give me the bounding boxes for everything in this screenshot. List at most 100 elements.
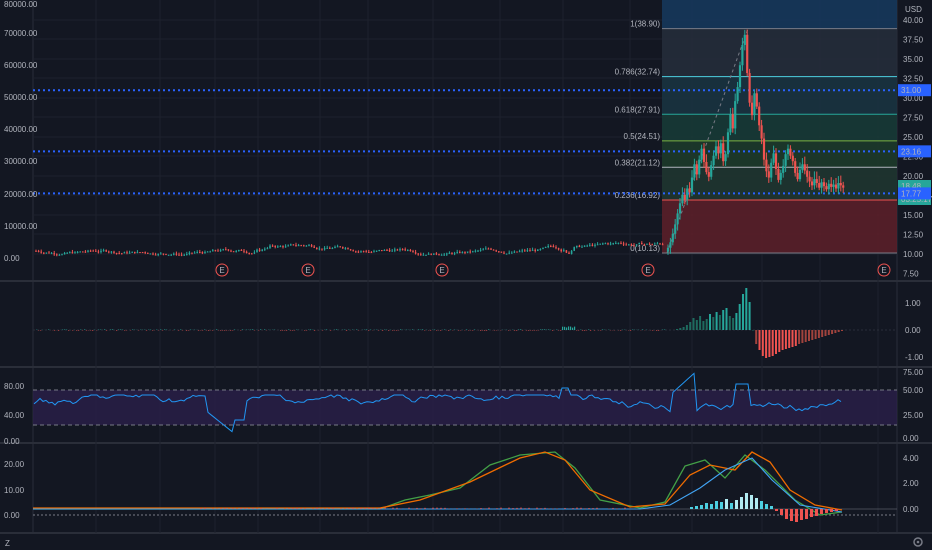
candle-body xyxy=(674,224,677,234)
rsi-tick-left: 80.00 xyxy=(4,382,25,391)
pane4-bar xyxy=(572,508,574,509)
pane4-bar xyxy=(348,507,350,509)
candle-body xyxy=(700,148,703,160)
candle-body xyxy=(230,250,232,252)
candle-body xyxy=(827,183,830,190)
candle-body xyxy=(615,243,617,245)
candle-body xyxy=(258,249,261,251)
macd-bar xyxy=(186,330,188,331)
candle-body xyxy=(648,243,651,245)
candle-body xyxy=(344,248,347,250)
candle-body xyxy=(118,253,120,255)
macd-bar xyxy=(116,330,118,331)
macd-bar xyxy=(448,330,450,331)
candle-body xyxy=(66,252,68,254)
candle-body xyxy=(227,249,230,251)
earnings-marker[interactable]: E xyxy=(641,263,655,277)
right-axis[interactable]: USD40.0037.5035.0032.5030.0027.5025.0022… xyxy=(898,5,932,514)
candle-body xyxy=(477,250,479,252)
pane4-bar xyxy=(204,507,206,509)
candle-body xyxy=(313,246,315,248)
candle-body xyxy=(271,245,274,247)
candle-body xyxy=(803,164,806,171)
macd-bar xyxy=(742,294,744,330)
candle-body xyxy=(822,182,826,187)
earnings-marker[interactable]: E xyxy=(301,263,315,277)
macd-bar xyxy=(685,325,688,330)
candle-body xyxy=(214,250,217,252)
macd-bar xyxy=(310,329,312,330)
pane4-bar xyxy=(805,509,808,519)
macd-bar xyxy=(388,330,390,331)
candle-body xyxy=(834,184,838,189)
candle-body xyxy=(490,248,492,250)
price-badge[interactable]: 31.00 xyxy=(898,84,931,97)
left-price-tick: 40000.00 xyxy=(4,125,38,134)
candle-body xyxy=(810,181,814,186)
candle-body xyxy=(326,247,328,249)
candle-body xyxy=(813,179,816,186)
macd-bar xyxy=(488,329,490,330)
candle-body xyxy=(784,154,787,166)
candle-body xyxy=(589,244,591,246)
earnings-marker[interactable]: E xyxy=(877,263,891,277)
candle-body xyxy=(743,34,746,45)
candle-body xyxy=(453,253,456,255)
candle-body xyxy=(339,246,341,248)
pane4-bar xyxy=(765,504,768,509)
macd-bar xyxy=(314,330,316,331)
candle-body xyxy=(74,252,76,254)
pane4-bar xyxy=(260,508,262,509)
candle-body xyxy=(396,249,399,251)
macd-bar xyxy=(778,330,781,352)
candle-body xyxy=(839,183,842,186)
earnings-marker[interactable]: E xyxy=(215,263,229,277)
candle-body xyxy=(772,153,775,163)
macd-bar xyxy=(705,319,708,330)
macd-bar xyxy=(771,330,774,356)
chart-canvas[interactable]: 1(38.90) 0.786(32.74) 0.618(27.91) 0.5(24.5… xyxy=(0,0,932,550)
macd-bar xyxy=(817,330,820,338)
macd-bar xyxy=(366,329,368,330)
candle-body xyxy=(702,148,706,162)
timezone-icon[interactable]: Z xyxy=(5,539,10,548)
candle-body xyxy=(69,252,71,254)
candle-body xyxy=(808,176,811,182)
macd-bar xyxy=(775,330,777,354)
candle-body xyxy=(583,245,586,247)
macd-bar xyxy=(712,317,715,330)
footer-bar: Z xyxy=(0,534,932,550)
candle-body xyxy=(329,247,331,249)
candle-body xyxy=(126,252,128,254)
candle-body xyxy=(466,251,469,253)
candle-body xyxy=(300,245,302,247)
earnings-marker[interactable]: E xyxy=(435,263,449,277)
pane4-bar xyxy=(715,501,718,509)
price-badge[interactable]: 17.77 xyxy=(898,187,931,200)
pane4-bar xyxy=(244,507,246,509)
candle-body xyxy=(212,250,214,252)
candle-body xyxy=(110,251,113,253)
price-badge[interactable]: 23.16 xyxy=(898,145,931,158)
macd-bar xyxy=(560,330,562,331)
candle-body xyxy=(310,245,313,247)
candle-body xyxy=(349,249,352,251)
candle-body xyxy=(391,250,393,252)
candle-body xyxy=(695,164,698,175)
fib-band xyxy=(662,200,897,253)
macd-bar xyxy=(679,328,682,330)
pane4-bar xyxy=(352,507,354,509)
macd-bar xyxy=(92,330,94,331)
candle-body xyxy=(479,249,482,251)
candle-body xyxy=(412,251,414,253)
candle-body xyxy=(50,253,53,255)
candle-body xyxy=(654,243,656,245)
candle-body xyxy=(557,248,560,250)
candle-body xyxy=(782,165,785,173)
candle-body xyxy=(238,249,240,252)
pane4-bar xyxy=(292,507,294,509)
candle-body xyxy=(167,254,170,256)
pane4-bar xyxy=(588,508,590,509)
candle-body xyxy=(738,65,742,88)
candle-body xyxy=(102,250,105,252)
